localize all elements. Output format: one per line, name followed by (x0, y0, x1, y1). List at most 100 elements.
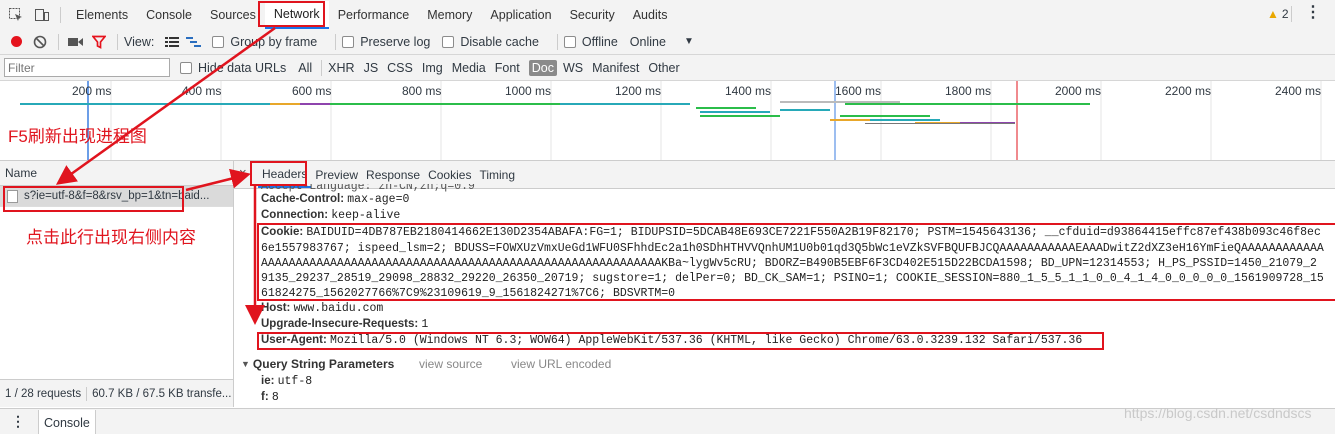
record-button[interactable] (4, 36, 28, 47)
filter-bar: Hide data URLs All XHR JS CSS Img Media … (0, 55, 1335, 81)
param-key: ie: (261, 375, 275, 387)
filter-type-css[interactable]: CSS (387, 61, 413, 75)
large-rows-toggle[interactable] (162, 36, 182, 48)
tab-memory[interactable]: Memory (418, 1, 481, 29)
annotation-box-headers-tab (250, 161, 307, 186)
query-section-header[interactable]: ▼ Query String Parameters (241, 357, 394, 371)
filter-type-doc[interactable]: Doc (528, 59, 557, 76)
query-param: ie: utf-8 (261, 375, 312, 388)
tab-elements[interactable]: Elements (67, 1, 137, 29)
view-source-link[interactable]: view source (419, 357, 482, 371)
timeline-tick: 1000 ms (505, 84, 552, 98)
annotation-box-user-agent (257, 332, 1104, 350)
tab-sources[interactable]: Sources (201, 1, 265, 29)
tab-timing[interactable]: Timing (475, 163, 519, 188)
header-host: Host: www.baidu.com (261, 302, 383, 315)
request-summary: 1 / 28 requests 60.7 KB / 67.5 KB transf… (0, 379, 233, 407)
triangle-down-icon: ▼ (241, 359, 250, 369)
view-url-encoded-link[interactable]: view URL encoded (511, 357, 611, 371)
toolbar-separator (58, 33, 59, 50)
timeline-tick: 1600 ms (835, 84, 882, 98)
timeline-tick: 2400 ms (1275, 84, 1322, 98)
header-value: www.baidu.com (293, 302, 384, 315)
timeline-tick: 800 ms (402, 84, 442, 98)
tab-performance[interactable]: Performance (329, 1, 419, 29)
filter-icon (92, 35, 106, 49)
warning-counter[interactable]: ▲ 2 (1267, 7, 1289, 21)
warning-icon: ▲ (1267, 7, 1279, 21)
filter-type-img[interactable]: Img (422, 61, 443, 75)
checkbox-box (342, 35, 355, 48)
preserve-log-checkbox[interactable]: Preserve log (342, 35, 430, 49)
record-icon (10, 36, 22, 47)
tab-console[interactable]: Console (137, 1, 201, 29)
param-key: f: (261, 391, 269, 403)
filter-type-js[interactable]: JS (364, 61, 379, 75)
timeline-tick: 1800 ms (945, 84, 992, 98)
toolbar-separator (1291, 6, 1292, 22)
waterfall-icon (186, 36, 202, 47)
name-column-header[interactable]: Name (0, 161, 233, 186)
watermark: https://blog.csdn.net/csdndscs (1124, 405, 1312, 421)
checkbox-label: Preserve log (360, 34, 431, 49)
view-label: View: (124, 34, 155, 49)
toolbar-separator (117, 33, 118, 50)
filter-type-other[interactable]: Other (648, 61, 679, 75)
filter-type-font[interactable]: Font (495, 61, 520, 75)
throttling-value: Online (629, 34, 666, 49)
toolbar-separator (556, 33, 558, 50)
filter-input[interactable] (4, 58, 170, 77)
filter-type-manifest[interactable]: Manifest (592, 61, 639, 75)
timeline-tick: 600 ms (292, 84, 332, 98)
header-key: Host: (261, 302, 291, 314)
timeline-tick: 200 ms (72, 84, 112, 98)
drawer-tab-console[interactable]: Console (38, 409, 96, 434)
filter-type-media[interactable]: Media (452, 61, 486, 75)
request-count: 1 / 28 requests (5, 387, 82, 400)
disable-cache-checkbox[interactable]: Disable cache (442, 35, 539, 49)
tab-application[interactable]: Application (481, 1, 560, 29)
tab-security[interactable]: Security (561, 1, 624, 29)
timeline-tick: 400 ms (182, 84, 222, 98)
filter-type-all[interactable]: All (298, 61, 312, 75)
timeline-overview[interactable]: 200 ms 400 ms 600 ms 800 ms 1000 ms 1200… (0, 81, 1335, 161)
network-controls: View: Group by frame Preserve log Disabl… (0, 29, 1335, 55)
section-title: Query String Parameters (252, 357, 395, 371)
filter-type-ws[interactable]: WS (563, 61, 583, 75)
close-icon[interactable]: × (239, 165, 247, 180)
checkbox-box (563, 35, 576, 48)
param-value: 8 (271, 391, 279, 404)
offline-checkbox[interactable]: Offline (563, 35, 618, 49)
group-by-frame-checkbox[interactable]: Group by frame (212, 35, 317, 49)
drawer-menu-icon[interactable]: ⋮ (11, 413, 25, 430)
throttling-select[interactable]: Online ▼ (630, 35, 694, 49)
capture-screenshots-button[interactable] (65, 36, 87, 48)
checkbox-label: Group by frame (230, 34, 318, 49)
header-key: Upgrade-Insecure-Requests: (261, 318, 419, 330)
toolbar-separator (335, 33, 337, 50)
more-menu-icon[interactable]: ⋮ (1305, 5, 1321, 21)
device-toggle-icon[interactable] (30, 1, 54, 29)
param-value: utf-8 (277, 375, 313, 388)
checkbox-box (442, 35, 455, 48)
chevron-down-icon: ▼ (683, 36, 694, 47)
checkbox-label: Disable cache (460, 34, 539, 49)
clear-button[interactable] (28, 35, 52, 49)
annotation-box-request-row (3, 186, 184, 212)
filter-toggle-button[interactable] (87, 35, 111, 49)
header-value: max-age=0 (347, 193, 410, 206)
overview-toggle[interactable] (182, 36, 206, 48)
tab-audits[interactable]: Audits (624, 1, 677, 29)
hide-data-urls-checkbox[interactable]: Hide data URLs (180, 61, 286, 75)
timeline-tick: 2000 ms (1055, 84, 1102, 98)
header-cache-control: Cache-Control: max-age=0 (261, 193, 409, 206)
header-upgrade-insecure: Upgrade-Insecure-Requests: 1 (261, 318, 428, 331)
header-key: Connection: (261, 209, 329, 221)
timeline-tick: 2200 ms (1165, 84, 1212, 98)
timeline-tick: 1400 ms (725, 84, 772, 98)
status-separator (86, 386, 88, 401)
checkbox-box (180, 61, 192, 74)
filter-type-xhr[interactable]: XHR (328, 61, 354, 75)
transfer-size: 60.7 KB / 67.5 KB transfe... (92, 387, 232, 400)
inspect-element-icon[interactable] (2, 1, 30, 29)
